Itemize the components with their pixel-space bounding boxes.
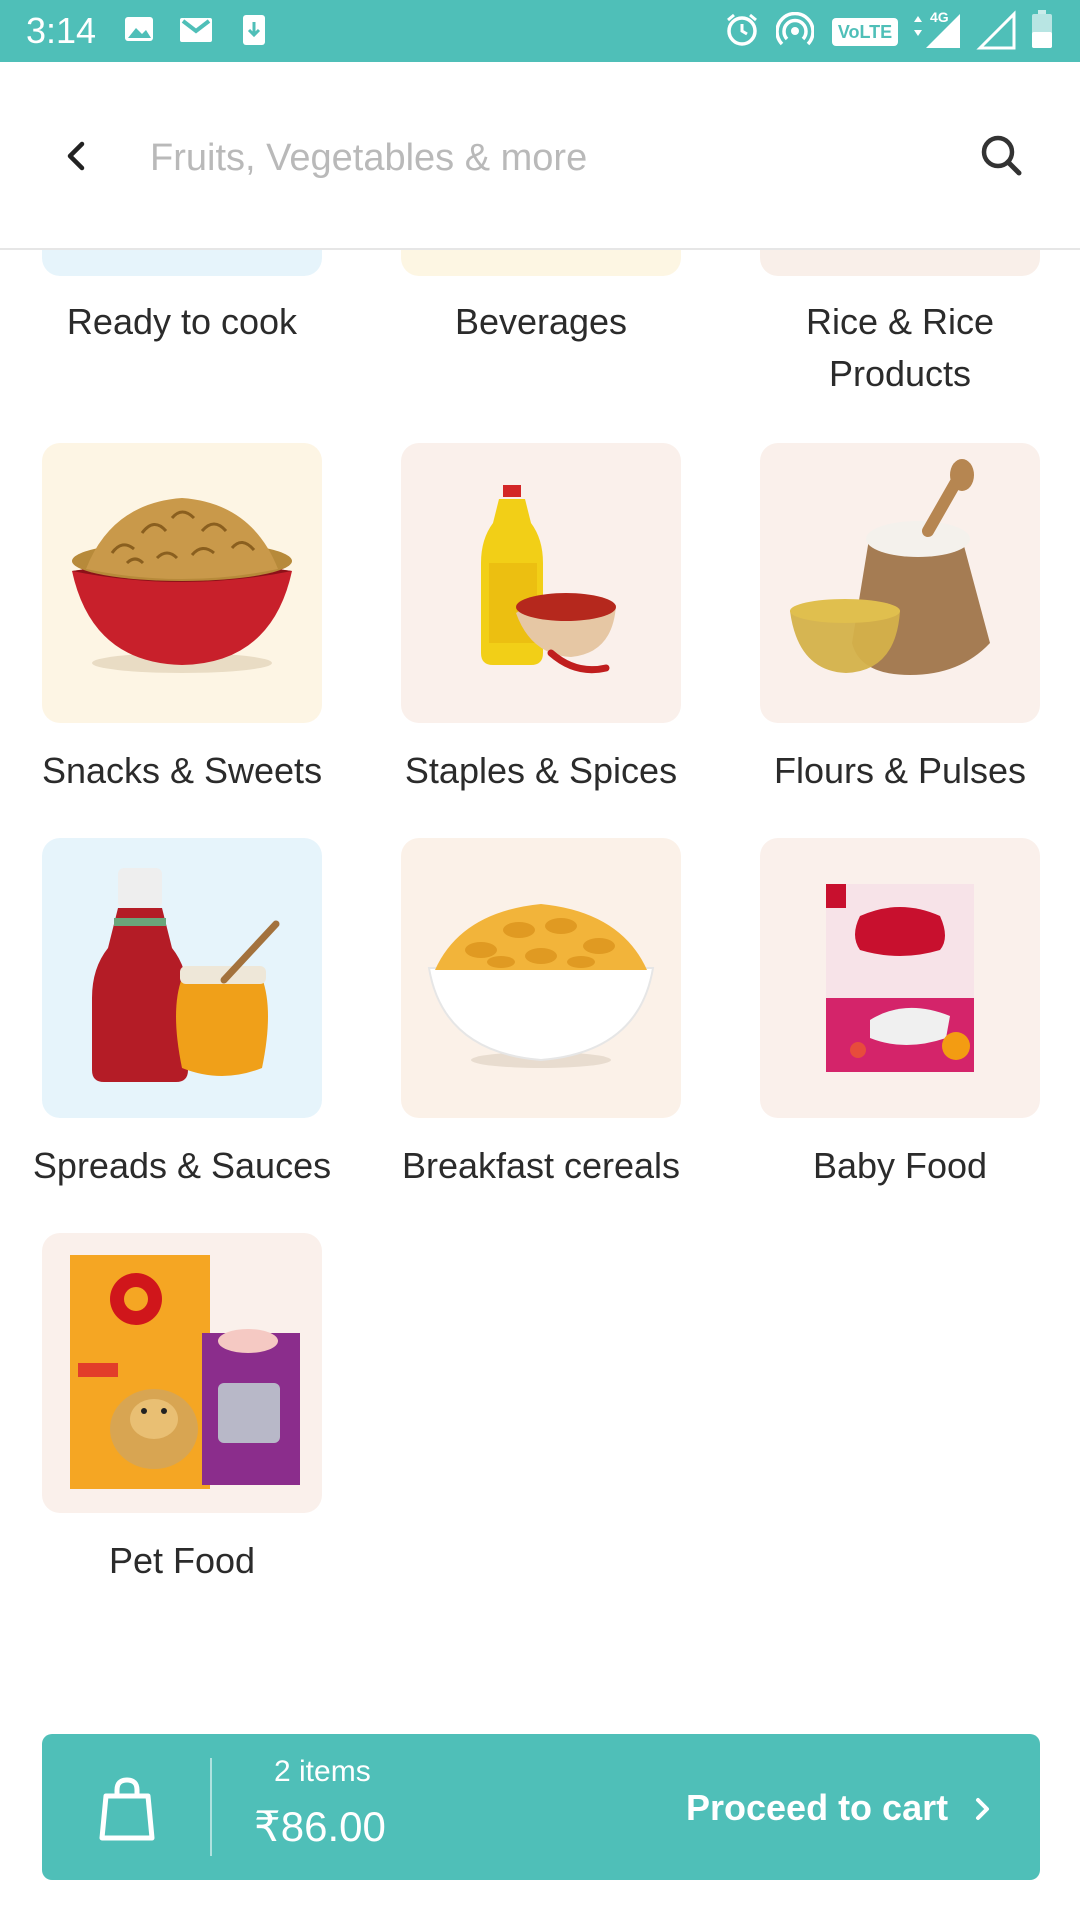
category-label-ready-to-cook[interactable]: Ready to cook — [2, 296, 362, 348]
battery-icon — [1030, 8, 1054, 50]
back-button[interactable] — [58, 136, 98, 176]
gmail-icon — [178, 12, 214, 46]
network-type: 4G — [930, 9, 949, 25]
category-label: Breakfast cereals — [401, 1145, 681, 1186]
category-flours-pulses[interactable]: Flours & Pulses — [760, 443, 1040, 797]
category-label: Baby Food — [812, 1145, 988, 1186]
search-header — [0, 62, 1080, 250]
cart-divider — [210, 1758, 212, 1856]
category-tile-beverages[interactable] — [401, 250, 681, 276]
download-icon — [240, 12, 268, 48]
status-time: 3:14 — [26, 10, 97, 51]
snacks-icon — [42, 443, 322, 723]
pet-food-icon — [42, 1233, 322, 1513]
signal-icon: 4G — [910, 8, 962, 50]
search-input[interactable] — [148, 132, 932, 184]
category-label: Staples & Spices — [404, 750, 678, 791]
proceed-to-cart-label[interactable]: Proceed to cart — [686, 1786, 948, 1830]
category-label: Pet Food — [108, 1540, 256, 1581]
category-label: Snacks & Sweets — [41, 750, 323, 791]
search-button[interactable] — [978, 132, 1024, 178]
hotspot-icon — [776, 12, 814, 50]
category-tile-ready-to-cook[interactable] — [42, 250, 322, 276]
flour-sack-icon — [760, 443, 1040, 723]
chevron-left-icon — [67, 141, 85, 171]
cart-total: ₹86.00 — [254, 1803, 386, 1850]
image-icon — [122, 12, 156, 46]
proceed-to-cart-bar[interactable]: 2 items ₹86.00 Proceed to cart — [42, 1734, 1040, 1880]
category-label: Flours & Pulses — [773, 750, 1027, 791]
category-breakfast-cereals[interactable]: Breakfast cereals — [401, 838, 681, 1192]
category-baby-food[interactable]: Baby Food — [760, 838, 1040, 1192]
status-bar: 3:14 VoLTE 4G — [0, 0, 1080, 62]
category-label-beverages[interactable]: Beverages — [361, 296, 721, 348]
signal-empty-icon — [976, 8, 1016, 50]
ketchup-honey-icon — [42, 838, 322, 1118]
category-staples-spices[interactable]: Staples & Spices — [401, 443, 681, 797]
category-label-rice[interactable]: Rice & Rice Products — [740, 296, 1060, 400]
category-snacks-sweets[interactable]: Snacks & Sweets — [42, 443, 322, 797]
chevron-right-icon — [970, 1794, 996, 1824]
cart-item-count: 2 items — [274, 1755, 371, 1788]
cereal-bowl-icon — [401, 838, 681, 1118]
alarm-icon — [724, 12, 760, 48]
category-label: Spreads & Sauces — [32, 1145, 332, 1186]
oil-spices-icon — [401, 443, 681, 723]
volte-badge: VoLTE — [832, 18, 898, 46]
search-icon — [981, 135, 1022, 176]
category-tile-rice[interactable] — [760, 250, 1040, 276]
category-spreads-sauces[interactable]: Spreads & Sauces — [33, 838, 331, 1192]
shopping-bag-icon — [98, 1776, 156, 1842]
baby-food-box-icon — [760, 838, 1040, 1118]
category-pet-food[interactable]: Pet Food — [42, 1233, 322, 1587]
category-grid: Ready to cook Beverages Rice & Rice Prod… — [0, 250, 1080, 1710]
